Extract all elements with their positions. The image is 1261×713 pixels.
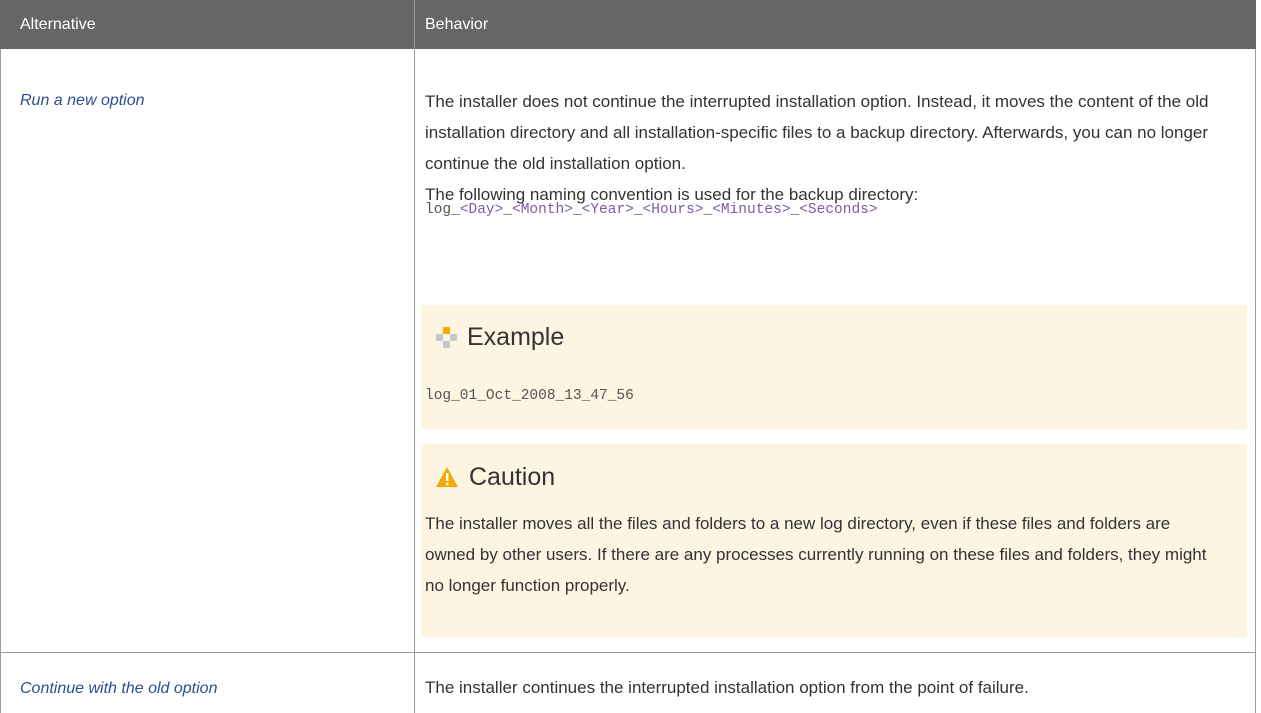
pattern-sep: _: [790, 202, 800, 218]
caution-title-text: Caution: [469, 463, 556, 491]
example-note: Example log_01_Oct_2008_13_47_56: [421, 305, 1247, 429]
table-right-border: [1255, 49, 1256, 713]
continue-old-option-description: The installer continues the interrupted …: [425, 678, 1029, 697]
table-header-row: Alternative Behavior: [0, 0, 1256, 49]
table-left-border: [0, 49, 1, 713]
header-alternative: Alternative: [20, 16, 96, 33]
caution-note: Caution The installer moves all the file…: [421, 444, 1247, 637]
pattern-month: <Month>: [512, 202, 573, 218]
example-title: Example: [435, 322, 564, 352]
example-code: log_01_Oct_2008_13_47_56: [425, 388, 634, 404]
run-new-option-description: The installer does not continue the inte…: [425, 92, 1209, 173]
pattern-year: <Year>: [581, 202, 634, 218]
alternative-continue-old-option-link[interactable]: Continue with the old option: [20, 679, 217, 699]
pattern-minutes: <Minutes>: [712, 202, 791, 218]
pattern-sep: _: [503, 202, 513, 218]
pattern-sep: _: [703, 202, 713, 218]
pattern-day: <Day>: [459, 202, 504, 218]
pattern-sep: _: [633, 202, 643, 218]
pattern-prefix: log_: [425, 202, 460, 218]
pattern-seconds: <Seconds>: [799, 202, 878, 218]
header-behavior: Behavior: [425, 16, 489, 33]
warning-icon: [436, 467, 458, 487]
alternative-run-new-option-link[interactable]: Run a new option: [20, 91, 145, 111]
row-divider: [0, 652, 1256, 653]
naming-convention-pattern: log_<Day>_<Month>_<Year>_<Hours>_<Minute…: [425, 200, 878, 220]
pattern-sep: _: [572, 202, 582, 218]
example-icon: [436, 327, 457, 348]
pattern-hours: <Hours>: [642, 202, 704, 218]
column-divider: [414, 0, 415, 713]
example-title-text: Example: [467, 323, 565, 351]
alternatives-table: Alternative Behavior Run a new option Th…: [0, 0, 1256, 713]
caution-text: The installer moves all the files and fo…: [425, 514, 1207, 595]
caution-title: Caution: [435, 462, 555, 492]
